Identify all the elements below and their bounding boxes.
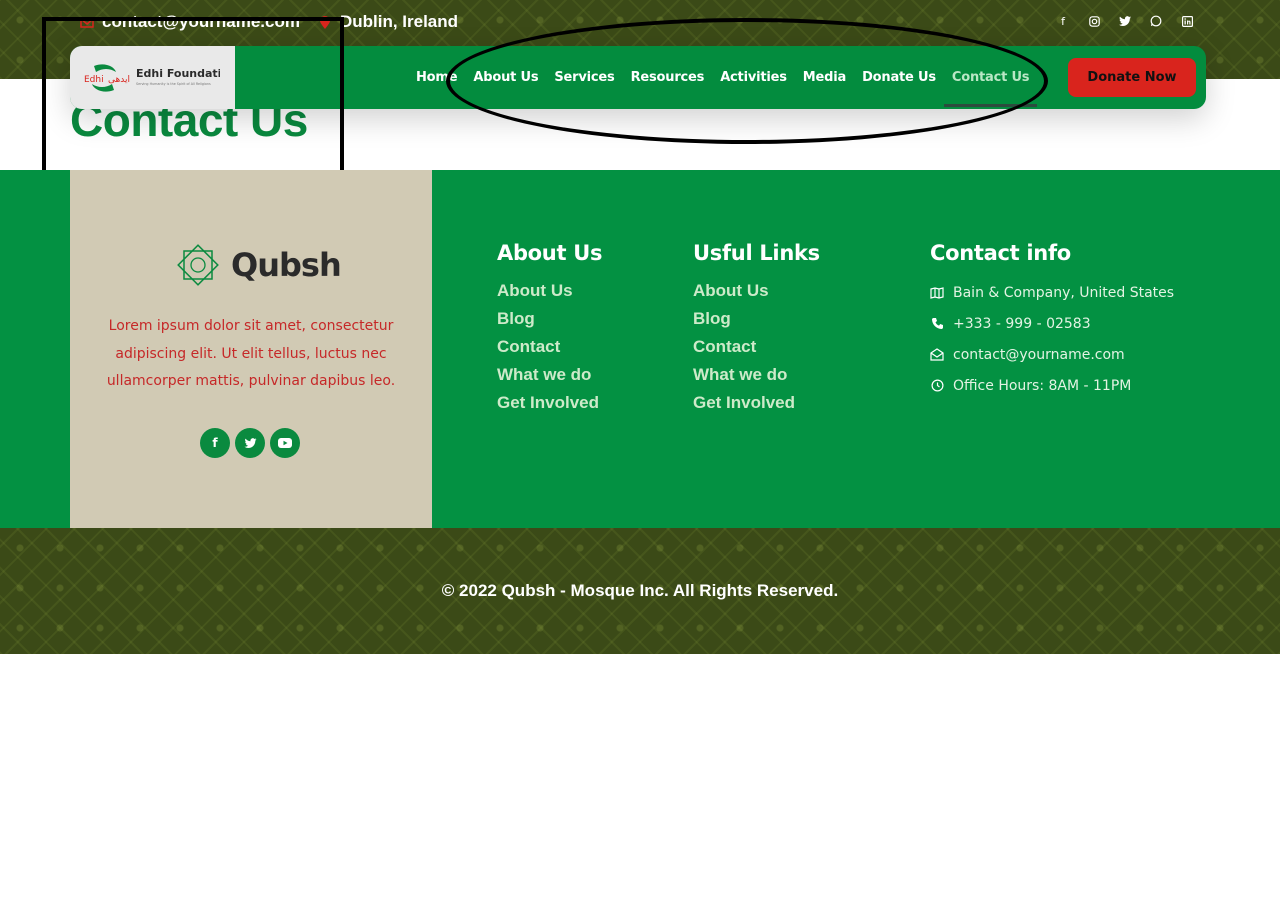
footer-link-about-us[interactable]: About Us: [693, 277, 820, 305]
footer-contact-heading: Contact info: [930, 241, 1071, 265]
footer-about-social: f: [200, 428, 300, 458]
twitter-icon[interactable]: [235, 428, 265, 458]
footer-useful-links: About Us Blog Contact What we do Get Inv…: [693, 277, 820, 417]
footer-link-get-involved[interactable]: Get Involved: [693, 389, 820, 417]
map-icon: [930, 286, 944, 300]
clock-icon: [930, 379, 944, 393]
contact-hours: Office Hours: 8AM - 11PM: [930, 370, 1174, 401]
footer-main: Qubsh Lorem ipsum dolor sit amet, consec…: [0, 170, 1280, 528]
footer-link-what-we-do[interactable]: What we do: [497, 361, 602, 389]
footer-bottom: © 2022 Qubsh - Mosque Inc. All Rights Re…: [0, 528, 1280, 654]
qubsh-logo-icon: [177, 244, 219, 286]
annotation-rectangle: [42, 17, 344, 183]
facebook-icon[interactable]: f: [200, 428, 230, 458]
footer-link-what-we-do[interactable]: What we do: [693, 361, 820, 389]
contact-phone-text: +333 - 999 - 02583: [953, 315, 1091, 332]
footer-contact-column: Contact info Bain & Company, United Stat…: [930, 241, 1174, 401]
footer-link-about-us[interactable]: About Us: [497, 277, 602, 305]
annotation-ellipse: [446, 18, 1048, 144]
footer-useful-links-column: Usful Links About Us Blog Contact What w…: [693, 241, 820, 417]
topbar-location-text: Dublin, Ireland: [339, 12, 459, 31]
footer-about-text: Lorem ipsum dolor sit amet, consectetur …: [106, 318, 396, 389]
phone-icon: [930, 317, 944, 331]
footer-link-contact[interactable]: Contact: [693, 333, 820, 361]
envelope-open-icon: [930, 348, 944, 362]
footer-brand-name: Qubsh: [231, 246, 342, 284]
footer-about-column: About Us About Us Blog Contact What we d…: [497, 241, 602, 417]
contact-phone[interactable]: +333 - 999 - 02583: [930, 308, 1174, 339]
footer-about-panel: Qubsh Lorem ipsum dolor sit amet, consec…: [70, 170, 432, 528]
footer-link-contact[interactable]: Contact: [497, 333, 602, 361]
donate-now-button[interactable]: Donate Now: [1068, 58, 1196, 97]
topbar-social: f: [1056, 14, 1194, 28]
twitter-icon[interactable]: [1118, 14, 1132, 28]
contact-email-text: contact@yourname.com: [953, 346, 1125, 363]
footer-about-heading: About Us: [497, 241, 603, 265]
facebook-icon[interactable]: f: [1056, 14, 1070, 28]
copyright-text: © 2022 Qubsh - Mosque Inc. All Rights Re…: [441, 581, 839, 600]
footer-brand[interactable]: Qubsh: [173, 240, 342, 290]
footer-link-get-involved[interactable]: Get Involved: [497, 389, 602, 417]
contact-hours-text: Office Hours: 8AM - 11PM: [953, 377, 1132, 394]
instagram-icon[interactable]: [1087, 14, 1101, 28]
footer-link-blog[interactable]: Blog: [497, 305, 602, 333]
footer-useful-links-heading: Usful Links: [693, 241, 820, 265]
contact-email[interactable]: contact@yourname.com: [930, 339, 1174, 370]
footer-about-links: About Us Blog Contact What we do Get Inv…: [497, 277, 602, 417]
youtube-icon[interactable]: [270, 428, 300, 458]
whatsapp-icon[interactable]: [1149, 14, 1163, 28]
contact-address: Bain & Company, United States: [930, 277, 1174, 308]
footer-link-blog[interactable]: Blog: [693, 305, 820, 333]
linkedin-icon[interactable]: [1180, 14, 1194, 28]
contact-address-text: Bain & Company, United States: [953, 284, 1175, 301]
